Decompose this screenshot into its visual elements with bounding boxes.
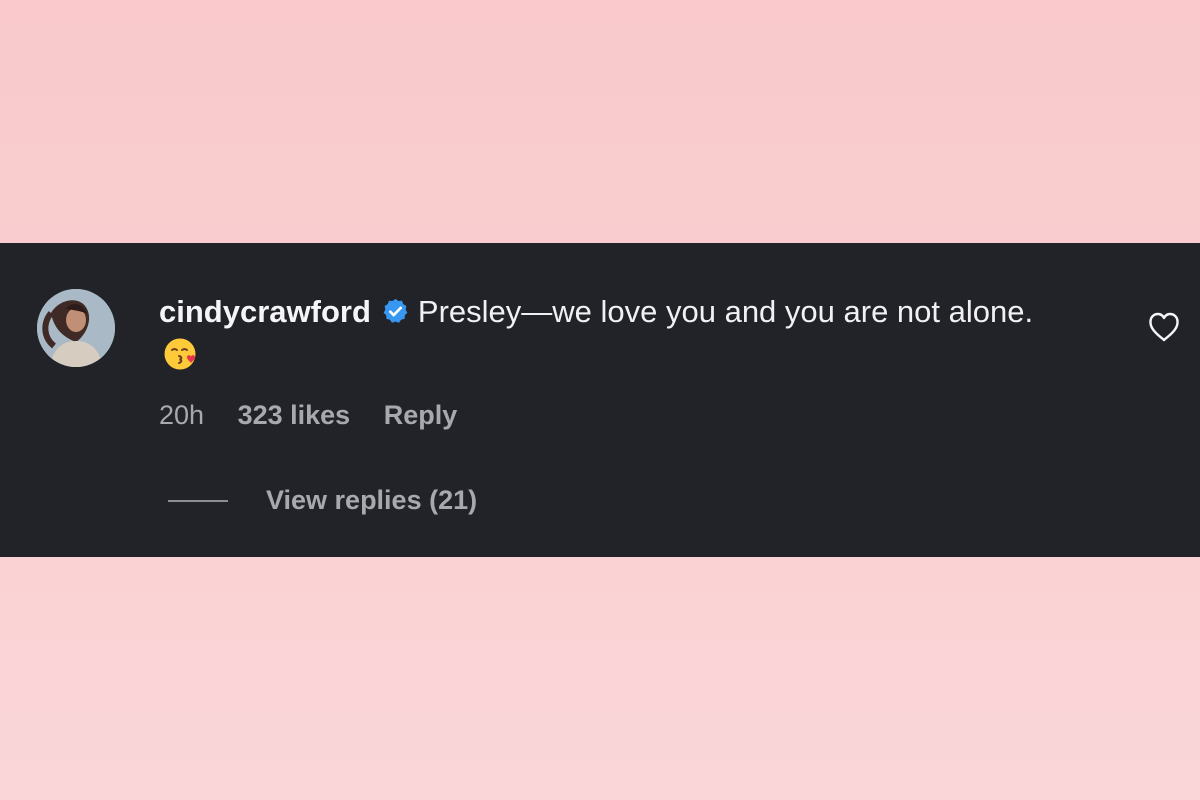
view-replies-button[interactable]: View replies (21) <box>266 482 477 518</box>
comment-content: cindycrawford Presley—we love you and yo… <box>159 290 1059 378</box>
reply-button[interactable]: Reply <box>384 400 458 430</box>
avatar[interactable] <box>37 289 115 367</box>
comment-meta: 20h 323 likes Reply <box>159 397 483 433</box>
verified-badge-icon <box>383 298 408 323</box>
comment-timestamp: 20h <box>159 400 205 430</box>
like-heart-icon[interactable] <box>1147 311 1181 343</box>
comment-text: Presley—we love you and you are not alon… <box>417 294 1034 329</box>
replies-divider <box>168 500 228 502</box>
kissing-face-with-heart-icon <box>164 338 196 370</box>
likes-count[interactable]: 323 likes <box>238 400 351 430</box>
username-link[interactable]: cindycrawford <box>159 294 371 329</box>
